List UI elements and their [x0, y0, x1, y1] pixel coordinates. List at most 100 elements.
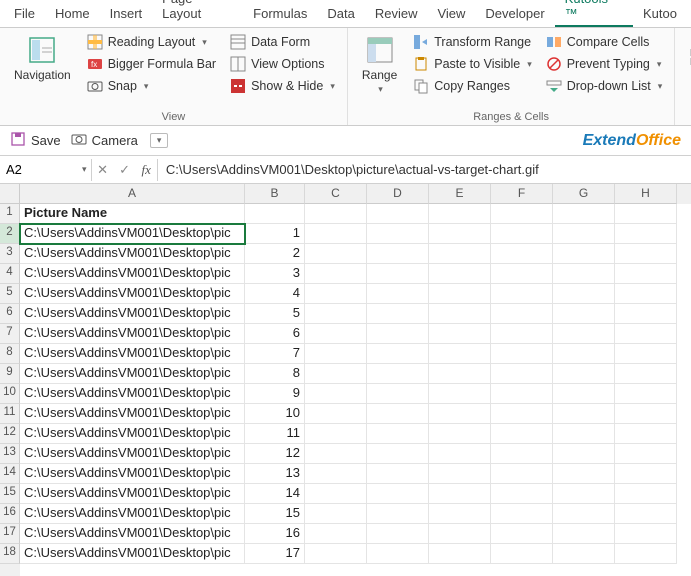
- column-header-A[interactable]: A: [20, 184, 245, 204]
- cell[interactable]: C:\Users\AddinsVM001\Desktop\pic: [20, 224, 245, 244]
- formula-content[interactable]: C:\Users\AddinsVM001\Desktop\picture\act…: [158, 159, 691, 180]
- cell[interactable]: Picture Name: [20, 204, 245, 224]
- fx-icon[interactable]: fx: [136, 162, 157, 178]
- cell[interactable]: [553, 404, 615, 424]
- cell[interactable]: C:\Users\AddinsVM001\Desktop\pic: [20, 484, 245, 504]
- column-header-D[interactable]: D: [367, 184, 429, 204]
- cell[interactable]: [491, 224, 553, 244]
- tab-view[interactable]: View: [427, 1, 475, 27]
- cell[interactable]: [305, 404, 367, 424]
- cell[interactable]: C:\Users\AddinsVM001\Desktop\pic: [20, 524, 245, 544]
- cell[interactable]: [367, 264, 429, 284]
- cell[interactable]: [305, 304, 367, 324]
- select-all-corner[interactable]: [0, 184, 20, 204]
- row-header[interactable]: 12: [0, 424, 20, 444]
- cell[interactable]: [429, 444, 491, 464]
- cell[interactable]: [367, 384, 429, 404]
- qat-more-button[interactable]: ▾: [148, 133, 169, 148]
- cell[interactable]: 6: [245, 324, 305, 344]
- cell[interactable]: [429, 364, 491, 384]
- cell[interactable]: [305, 244, 367, 264]
- cell[interactable]: [491, 204, 553, 224]
- cell[interactable]: 3: [245, 264, 305, 284]
- column-header-F[interactable]: F: [491, 184, 553, 204]
- cell[interactable]: 5: [245, 304, 305, 324]
- cell[interactable]: [553, 544, 615, 564]
- cell[interactable]: [245, 204, 305, 224]
- cell[interactable]: 11: [245, 424, 305, 444]
- row-header[interactable]: 9: [0, 364, 20, 384]
- cell[interactable]: [491, 304, 553, 324]
- cell[interactable]: [367, 204, 429, 224]
- row-header[interactable]: 16: [0, 504, 20, 524]
- cell[interactable]: [491, 404, 553, 424]
- name-box-dropdown[interactable]: ▾: [78, 164, 91, 175]
- cell[interactable]: [367, 404, 429, 424]
- row-header[interactable]: 17: [0, 524, 20, 544]
- row-header[interactable]: 11: [0, 404, 20, 424]
- row-header[interactable]: 2: [0, 224, 20, 244]
- cell[interactable]: [429, 264, 491, 284]
- cell[interactable]: [305, 264, 367, 284]
- cell[interactable]: [553, 344, 615, 364]
- range-button[interactable]: Range ▾: [356, 32, 403, 97]
- cell[interactable]: [615, 264, 677, 284]
- copy-ranges-button[interactable]: Copy Ranges: [409, 76, 535, 96]
- snap-button[interactable]: Snap▾: [83, 76, 220, 96]
- cell[interactable]: [491, 464, 553, 484]
- cell[interactable]: [615, 424, 677, 444]
- cell[interactable]: [615, 284, 677, 304]
- cell[interactable]: [615, 484, 677, 504]
- cell[interactable]: [305, 424, 367, 444]
- tab-kutools[interactable]: Kutools ™: [555, 0, 633, 27]
- cell[interactable]: [429, 424, 491, 444]
- cell[interactable]: [553, 424, 615, 444]
- paste-visible-button[interactable]: Paste to Visible▾: [409, 54, 535, 74]
- cell[interactable]: [305, 464, 367, 484]
- cell[interactable]: C:\Users\AddinsVM001\Desktop\pic: [20, 424, 245, 444]
- cell[interactable]: 8: [245, 364, 305, 384]
- cell[interactable]: [367, 364, 429, 384]
- cell[interactable]: [491, 444, 553, 464]
- tab-review[interactable]: Review: [365, 1, 428, 27]
- row-header[interactable]: 8: [0, 344, 20, 364]
- column-header-B[interactable]: B: [245, 184, 305, 204]
- cell[interactable]: [305, 524, 367, 544]
- cell[interactable]: [553, 284, 615, 304]
- cell[interactable]: [367, 224, 429, 244]
- row-header[interactable]: 6: [0, 304, 20, 324]
- cell[interactable]: 4: [245, 284, 305, 304]
- cell[interactable]: [429, 344, 491, 364]
- cell[interactable]: [491, 504, 553, 524]
- cell[interactable]: [367, 344, 429, 364]
- compare-cells-button[interactable]: Compare Cells: [542, 32, 667, 52]
- cell[interactable]: [305, 224, 367, 244]
- cell[interactable]: [615, 244, 677, 264]
- cell[interactable]: C:\Users\AddinsVM001\Desktop\pic: [20, 284, 245, 304]
- cell[interactable]: [615, 324, 677, 344]
- cell[interactable]: [491, 364, 553, 384]
- cell[interactable]: [615, 364, 677, 384]
- cell[interactable]: [429, 464, 491, 484]
- cell[interactable]: [429, 224, 491, 244]
- cell[interactable]: [305, 284, 367, 304]
- name-box[interactable]: [0, 159, 78, 180]
- column-header-H[interactable]: H: [615, 184, 677, 204]
- accept-formula-button[interactable]: ✓: [114, 162, 136, 178]
- cell[interactable]: [615, 504, 677, 524]
- cell[interactable]: [429, 384, 491, 404]
- cell[interactable]: [429, 484, 491, 504]
- cell[interactable]: [367, 324, 429, 344]
- cell[interactable]: [491, 284, 553, 304]
- cell[interactable]: 16: [245, 524, 305, 544]
- cell[interactable]: C:\Users\AddinsVM001\Desktop\pic: [20, 464, 245, 484]
- cell[interactable]: [615, 384, 677, 404]
- row-header[interactable]: 14: [0, 464, 20, 484]
- row-header[interactable]: 3: [0, 244, 20, 264]
- row-header[interactable]: 15: [0, 484, 20, 504]
- cell[interactable]: [615, 344, 677, 364]
- cell[interactable]: C:\Users\AddinsVM001\Desktop\pic: [20, 504, 245, 524]
- transform-range-button[interactable]: Transform Range: [409, 32, 535, 52]
- cell[interactable]: C:\Users\AddinsVM001\Desktop\pic: [20, 444, 245, 464]
- cell[interactable]: [491, 244, 553, 264]
